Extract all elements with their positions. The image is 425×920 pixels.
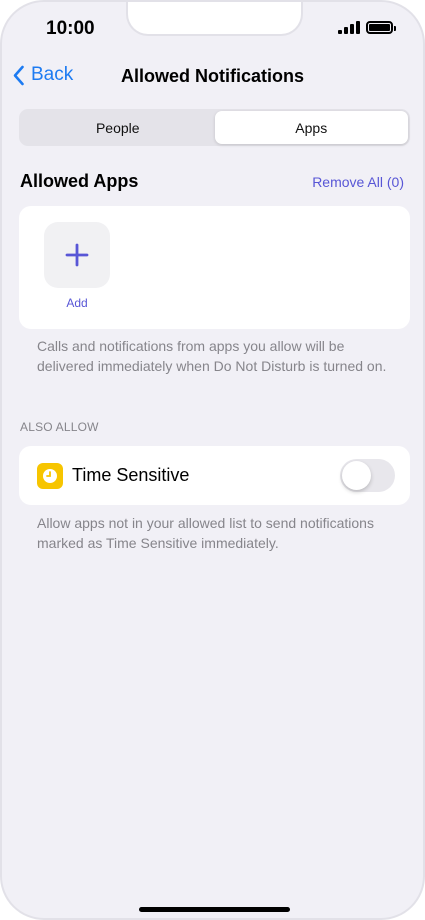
segment-apps[interactable]: Apps [214,111,408,144]
page-title: Allowed Notifications [120,66,304,86]
time-sensitive-label: Time Sensitive [72,465,190,485]
time-sensitive-footer: Allow apps not in your allowed list to s… [37,515,374,551]
segment-people[interactable]: People [21,111,215,144]
status-icons [338,21,396,34]
clock-icon [37,463,63,489]
add-app-button[interactable] [44,222,110,288]
time-sensitive-toggle[interactable] [340,459,395,492]
phone-screen: 10:00 Back Allowed Notifications People … [0,0,425,920]
signal-icon [338,21,360,34]
allowed-apps-footer: Calls and notifications from apps you al… [37,338,387,374]
remove-all-button[interactable]: Remove All (0) [312,174,404,190]
plus-icon [65,243,89,267]
toggle-knob [342,461,371,490]
allowed-apps-title: Allowed Apps [20,171,139,191]
also-allow-header: ALSO ALLOW [20,420,99,434]
time-sensitive-row: Time Sensitive [19,446,410,505]
notch [126,2,303,36]
segmented-control: People Apps [19,109,410,146]
add-app-label: Add [66,296,88,310]
status-time: 10:00 [46,18,95,39]
allowed-apps-card: Add [19,206,410,329]
home-indicator [139,907,290,912]
battery-icon [366,21,396,34]
